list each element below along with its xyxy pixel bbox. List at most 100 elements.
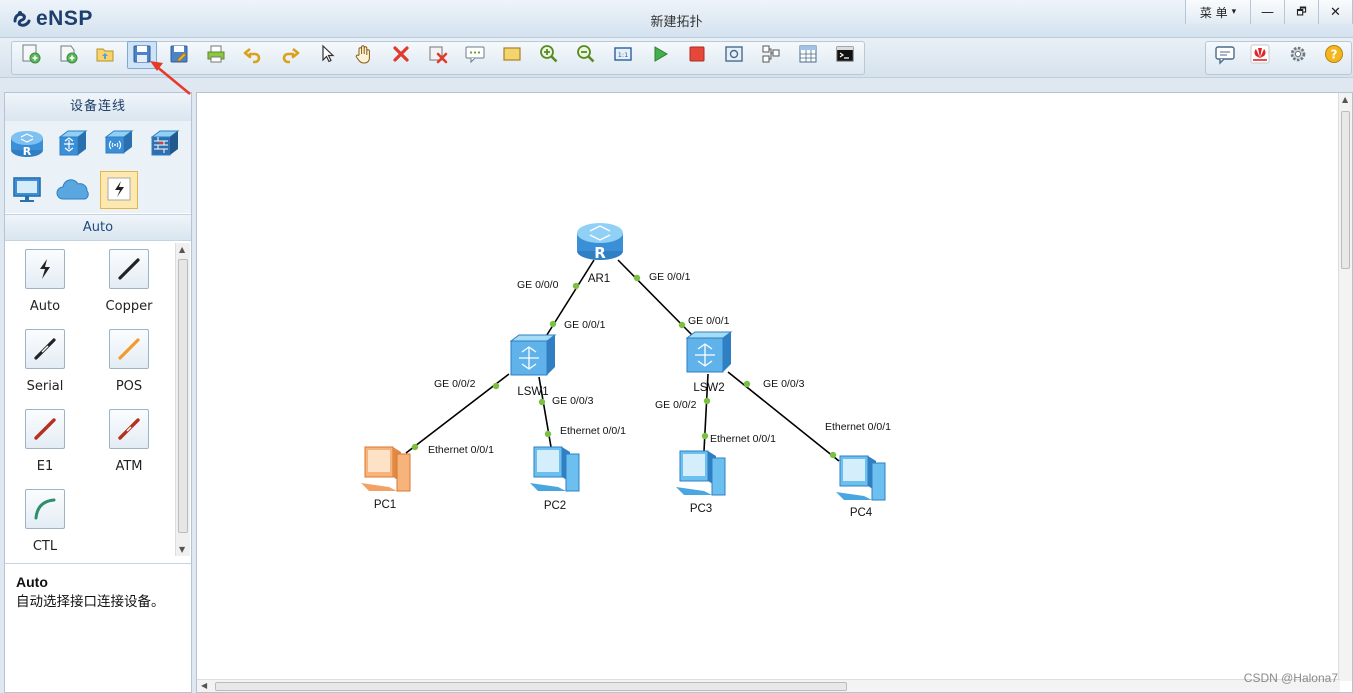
router-icon: R [577,223,623,262]
main-menu-button[interactable]: 菜 单 ▾ [1185,0,1251,24]
connection-item-pos[interactable]: POS [95,324,163,400]
connection-item-ctl[interactable]: CTL [11,484,79,560]
ctl-cable-icon [25,489,65,529]
huawei-button[interactable] [1245,41,1275,69]
redo-button[interactable] [275,41,305,69]
lightning-connection-icon [105,175,133,206]
firewall-icon [148,127,182,162]
canvas-horizontal-scrollbar[interactable]: ◀ [197,679,1340,692]
node-lsw2[interactable]: LSW2 [685,331,733,394]
port-dot [492,382,500,390]
e1-cable-icon [25,409,65,449]
open-button[interactable] [90,41,120,69]
stop-device-button[interactable] [682,41,712,69]
connection-label: Auto [29,299,61,314]
switch-category[interactable] [54,125,92,163]
connection-list-scrollbar[interactable]: ▲ ▼ [175,243,190,556]
print-button[interactable] [201,41,231,69]
port-label: GE 0/0/1 [649,271,691,283]
pos-cable-icon [109,329,149,369]
new-lab-button[interactable] [53,41,83,69]
scrollbar-thumb[interactable] [215,682,847,691]
select-button[interactable] [312,41,342,69]
port-dot [829,451,837,459]
node-pc4[interactable]: PC4 [836,455,886,519]
switch-icon [685,331,733,373]
description-title: Auto [16,574,48,590]
restore-button[interactable]: 🗗 [1285,0,1319,24]
connection-item-copper[interactable]: Copper [95,244,163,320]
port-dot [544,430,552,438]
firewall-category[interactable] [146,125,184,163]
redo-icon [279,43,301,68]
node-pc1[interactable]: PC1 [361,446,411,511]
zoom-in-button[interactable] [534,41,564,69]
canvas-vertical-scrollbar[interactable]: ▲ [1338,93,1352,681]
help-button[interactable]: ? [1319,41,1349,69]
router-category[interactable]: R [8,125,46,163]
port-dot [572,282,580,290]
scroll-down-icon[interactable]: ▼ [179,545,185,554]
scroll-up-icon[interactable]: ▲ [179,245,185,254]
node-label-pc4: PC4 [850,507,873,519]
port-dot [549,320,557,328]
fit-button[interactable]: 1:1 [608,41,638,69]
chevron-down-icon: ▾ [1231,7,1237,17]
node-pc3[interactable]: PC3 [676,450,726,515]
connection-label: ATM [115,459,143,474]
copper-cable-icon [109,249,149,289]
connection-category[interactable] [100,171,138,209]
connection-item-atm[interactable]: ATM [95,404,163,480]
minimize-button[interactable]: — [1251,0,1285,24]
terminal-button[interactable] [830,41,860,69]
port-label: GE 0/0/2 [434,378,476,390]
new-topology-button[interactable] [16,41,46,69]
pc-category[interactable] [8,171,46,209]
pan-button[interactable] [349,41,379,69]
huawei-logo-icon [1249,43,1271,68]
connection-item-serial[interactable]: Serial [11,324,79,400]
topology-drawing: R AR1 LSW1 LSW2 PC1 PC2 PC3 PC4 GE 0/0/0… [361,223,891,519]
capture-button[interactable] [719,41,749,69]
connection-item-auto[interactable]: Auto [11,244,79,320]
chat-button[interactable] [1210,41,1240,69]
settings-button[interactable] [1283,41,1313,69]
zoom-in-icon [538,43,560,68]
rectangle-button[interactable] [497,41,527,69]
node-pc2[interactable]: PC2 [530,446,580,512]
topology-view-button[interactable] [756,41,786,69]
connection-list: Auto Copper Serial POS E1 ATM CTL [5,242,173,557]
scroll-left-icon[interactable]: ◀ [201,681,207,690]
connection-label: POS [115,379,143,394]
delete-all-button[interactable] [423,41,453,69]
delete-button[interactable] [386,41,416,69]
pc-icon [530,446,580,492]
pc-icon [361,446,411,492]
delete-all-icon [427,43,449,68]
zoom-out-button[interactable] [571,41,601,69]
grid-button[interactable] [793,41,823,69]
node-lsw1[interactable]: LSW1 [509,334,557,398]
scrollbar-thumb[interactable] [178,259,188,533]
save-button[interactable] [127,41,157,69]
save-as-button[interactable] [164,41,194,69]
node-label-pc2: PC2 [544,500,566,512]
help-icon: ? [1323,43,1345,68]
cloud-category[interactable] [54,171,92,209]
connection-description: Auto 自动选择接口连接设备。 [5,563,191,692]
serial-cable-icon [25,329,65,369]
connection-label: CTL [32,539,58,554]
chat-bubble-icon [1214,43,1236,68]
close-button[interactable]: ✕ [1319,0,1353,24]
port-labels: GE 0/0/0 GE 0/0/1 GE 0/0/1 GE 0/0/1 GE 0… [428,271,891,456]
undo-button[interactable] [238,41,268,69]
start-device-button[interactable] [645,41,675,69]
topology-canvas[interactable]: R AR1 LSW1 LSW2 PC1 PC2 PC3 PC4 GE 0/0/0… [196,92,1353,693]
scroll-up-icon[interactable]: ▲ [1342,95,1348,104]
text-box-button[interactable] [460,41,490,69]
svg-text:1:1: 1:1 [618,51,628,59]
connection-item-e1[interactable]: E1 [11,404,79,480]
grid-icon [797,43,819,68]
scrollbar-thumb[interactable] [1341,111,1350,269]
wireless-category[interactable] [100,125,138,163]
